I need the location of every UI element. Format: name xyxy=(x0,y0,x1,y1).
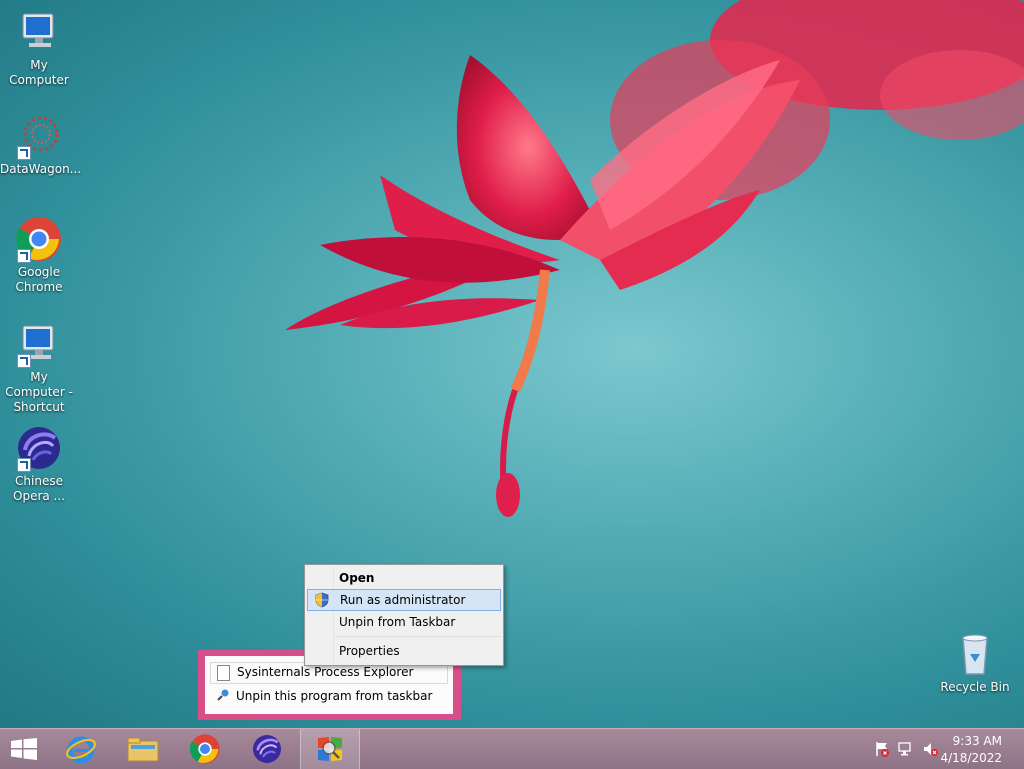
menu-item-open[interactable]: Open xyxy=(307,567,501,589)
desktop-icon-chinese-opera[interactable]: Chinese Opera ... xyxy=(0,424,78,504)
action-center-flag-icon[interactable] xyxy=(874,741,890,757)
taskbar: 9:33 AM 4/18/2022 xyxy=(0,728,1024,769)
desktop-icon-google-chrome[interactable]: Google Chrome xyxy=(0,215,78,295)
start-button[interactable] xyxy=(0,729,48,769)
menu-item-label: Properties xyxy=(339,644,400,658)
menu-item-label: Unpin from Taskbar xyxy=(339,615,456,629)
taskbar-file-explorer[interactable] xyxy=(114,729,172,769)
chinese-opera-icon xyxy=(15,424,63,472)
recycle-bin-icon xyxy=(951,630,999,678)
menu-separator xyxy=(335,636,501,637)
computer-icon xyxy=(15,320,63,368)
chinese-opera-icon xyxy=(251,733,283,769)
desktop-icon-my-computer-shortcut[interactable]: My Computer - Shortcut xyxy=(0,320,78,415)
datawagon-icon xyxy=(15,112,63,160)
clock-date[interactable]: 4/18/2022 xyxy=(922,751,1002,765)
shortcut-arrow-icon xyxy=(17,146,31,160)
desktop-icon-label: Recycle Bin xyxy=(940,680,1010,694)
menu-item-run-as-administrator[interactable]: Run as administrator xyxy=(307,589,501,611)
shortcut-arrow-icon xyxy=(17,354,31,368)
desktop-icon-label: Chinese Opera ... xyxy=(13,474,65,503)
jump-list-item-label: Sysinternals Process Explorer xyxy=(237,665,414,679)
document-icon xyxy=(217,665,230,681)
network-icon[interactable] xyxy=(898,741,914,757)
wallpaper-flower-image xyxy=(285,0,1024,517)
computer-icon xyxy=(15,8,63,56)
shortcut-arrow-icon xyxy=(17,458,31,472)
menu-item-label: Run as administrator xyxy=(340,593,466,607)
internet-explorer-icon xyxy=(65,733,97,769)
taskbar-process-explorer[interactable] xyxy=(300,729,360,769)
desktop-icon-label: My Computer - Shortcut xyxy=(5,370,73,414)
menu-item-unpin-from-taskbar[interactable]: Unpin from Taskbar xyxy=(307,611,501,633)
process-explorer-icon xyxy=(314,733,346,769)
desktop-icon-recycle-bin[interactable]: Recycle Bin xyxy=(936,630,1014,695)
menu-item-properties[interactable]: Properties xyxy=(307,640,501,662)
menu-item-label: Open xyxy=(339,571,375,585)
folder-icon xyxy=(127,735,159,767)
clock-time[interactable]: 9:33 AM xyxy=(922,734,1002,748)
desktop[interactable]: My Computer DataWagon... Google Chrome M… xyxy=(0,0,1024,728)
desktop-icon-datawagon[interactable]: DataWagon... xyxy=(0,112,82,177)
jump-list-item-label: Unpin this program from taskbar xyxy=(236,689,433,703)
chrome-icon xyxy=(15,215,63,263)
desktop-icon-my-computer[interactable]: My Computer xyxy=(0,8,78,88)
chrome-icon xyxy=(189,733,221,769)
taskbar-chinese-opera[interactable] xyxy=(238,729,296,769)
pin-icon xyxy=(216,688,230,708)
windows-logo-icon xyxy=(11,738,37,764)
shortcut-arrow-icon xyxy=(17,249,31,263)
jump-list-item-unpin[interactable]: Unpin this program from taskbar xyxy=(210,686,448,706)
desktop-icon-label: Google Chrome xyxy=(15,265,63,294)
desktop-icon-label: DataWagon... xyxy=(0,162,82,176)
context-menu: Open Run as administrator Unpin from Tas… xyxy=(304,564,504,666)
taskbar-internet-explorer[interactable] xyxy=(52,729,110,769)
desktop-icon-label: My Computer xyxy=(9,58,69,87)
taskbar-google-chrome[interactable] xyxy=(176,729,234,769)
